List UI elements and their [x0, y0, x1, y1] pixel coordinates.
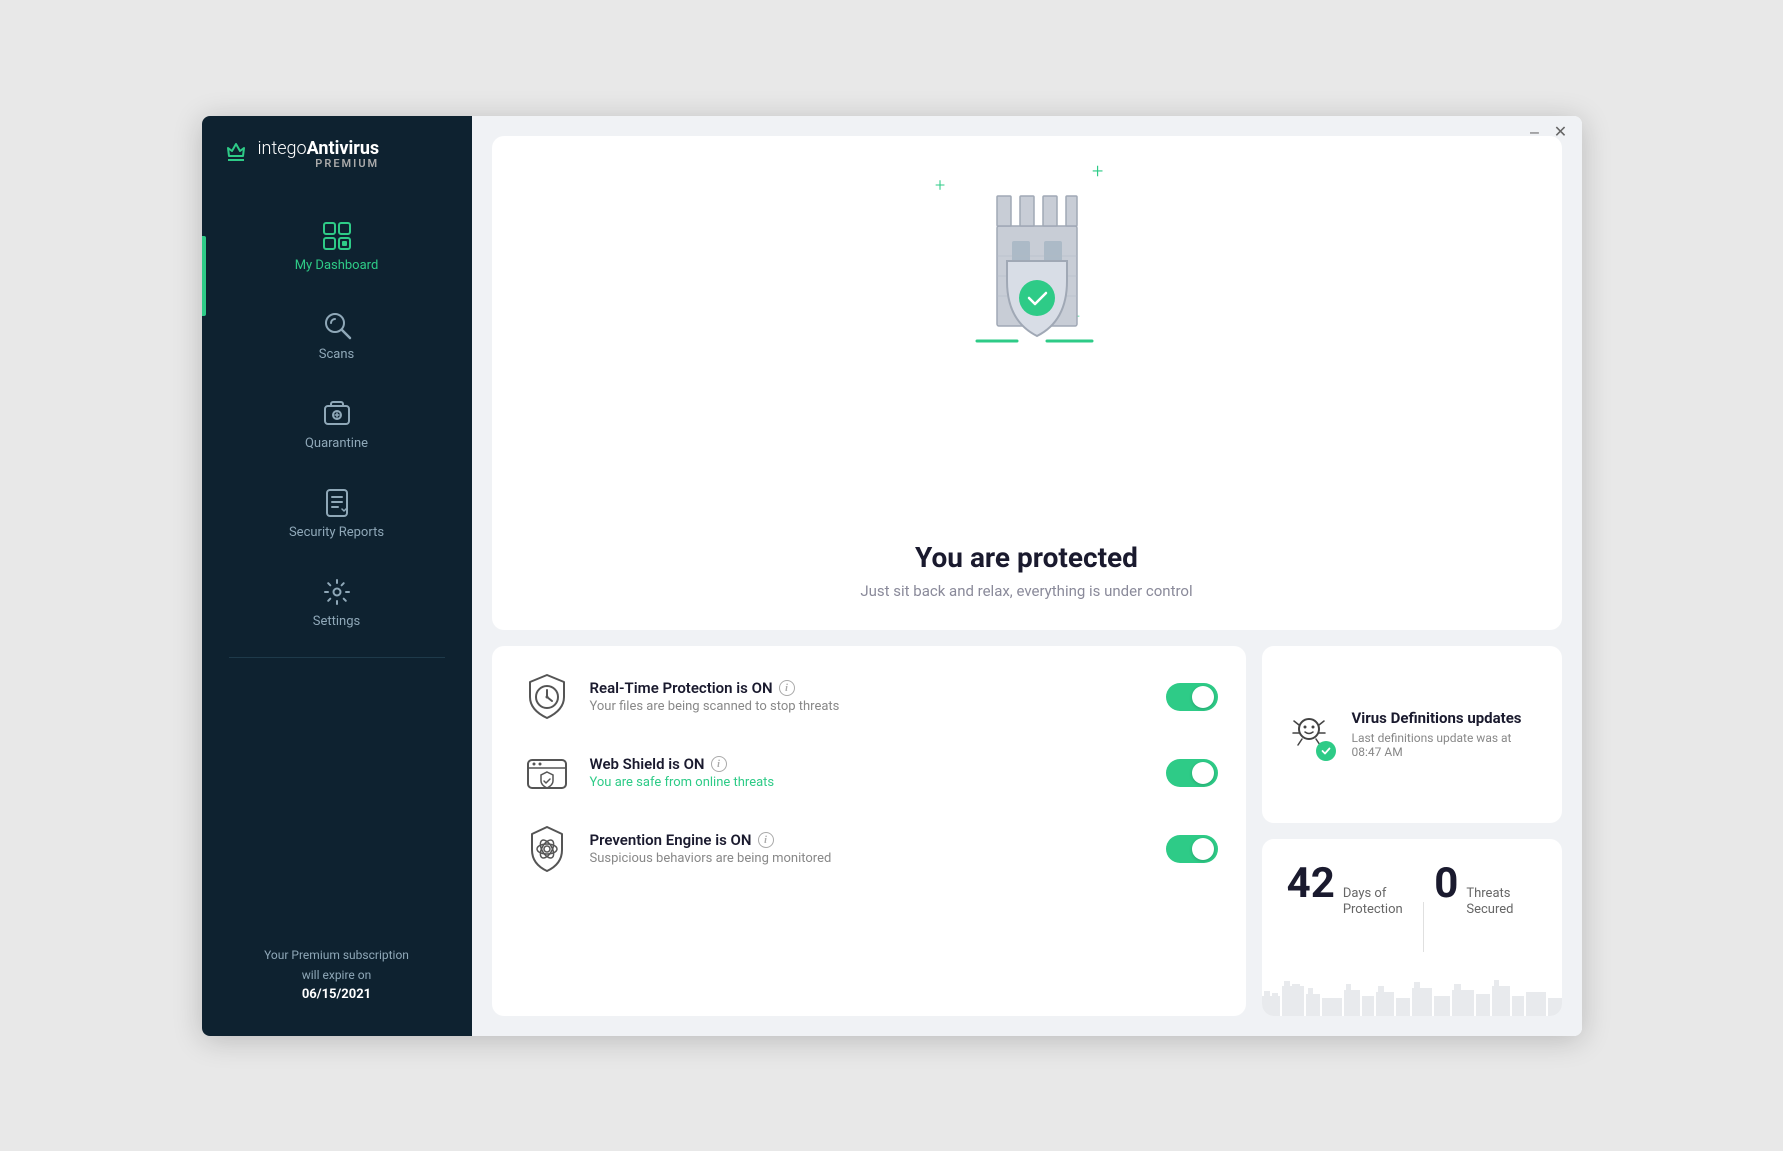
- webshield-toggle[interactable]: [1166, 759, 1218, 787]
- sidebar-item-quarantine-label: Quarantine: [305, 436, 368, 451]
- virus-definitions-card: Virus Definitions updates Last definitio…: [1262, 646, 1562, 823]
- sidebar-item-dashboard-label: My Dashboard: [295, 258, 379, 273]
- virus-check-badge: [1316, 741, 1336, 761]
- virus-icon-wrap: [1282, 707, 1336, 761]
- prevention-icon-wrap: [520, 822, 574, 876]
- sidebar-item-scans-label: Scans: [319, 347, 354, 362]
- minimize-button[interactable]: –: [1528, 126, 1542, 140]
- virus-def-text: Virus Definitions updates Last definitio…: [1352, 709, 1542, 759]
- right-column: Virus Definitions updates Last definitio…: [1262, 646, 1562, 1016]
- sidebar-divider: [229, 657, 445, 658]
- virus-def-desc: Last definitions update was at 08:47 AM: [1352, 731, 1542, 759]
- prevention-title: Prevention Engine is ON i: [590, 831, 1150, 849]
- hero-illustration: + + +: [917, 146, 1137, 366]
- webshield-item: Web Shield is ON i You are safe from onl…: [520, 746, 1218, 800]
- realtime-toggle[interactable]: [1166, 683, 1218, 711]
- sidebar-item-dashboard[interactable]: My Dashboard: [202, 202, 472, 291]
- sidebar-item-settings[interactable]: Settings: [202, 558, 472, 647]
- close-button[interactable]: ✕: [1554, 126, 1568, 140]
- logo-icon: [222, 138, 250, 172]
- bottom-row: Real-Time Protection is ON i Your files …: [492, 646, 1562, 1016]
- subscription-info: Your Premium subscription will expire on…: [244, 936, 429, 1015]
- logo-text: intego Antivirus PREMIUM: [258, 139, 380, 171]
- protection-card: Real-Time Protection is ON i Your files …: [492, 646, 1246, 1016]
- prevention-toggle[interactable]: [1166, 835, 1218, 863]
- webshield-icon-wrap: [520, 746, 574, 800]
- hero-card: + + +: [492, 136, 1562, 630]
- stats-divider: [1423, 902, 1424, 952]
- webshield-info-icon[interactable]: i: [711, 756, 727, 772]
- settings-icon: [321, 576, 353, 608]
- subscription-date: 06/15/2021: [302, 987, 371, 1002]
- threats-secured-stat: 0 Threats Secured: [1434, 863, 1536, 920]
- realtime-info-icon[interactable]: i: [779, 680, 795, 696]
- prevention-item: Prevention Engine is ON i Suspicious beh…: [520, 822, 1218, 876]
- stats-card: 42 Days of Protection 0 Threats Secured: [1262, 839, 1562, 1016]
- sidebar-item-quarantine[interactable]: Quarantine: [202, 380, 472, 469]
- svg-text:+: +: [935, 175, 945, 196]
- logo-premium: PREMIUM: [258, 158, 380, 170]
- app-window: – ✕ intego Antivirus PREMIUM: [202, 116, 1582, 1036]
- realtime-protection-text: Real-Time Protection is ON i Your files …: [590, 679, 1150, 714]
- svg-text:+: +: [1092, 159, 1103, 183]
- sidebar-item-scans[interactable]: Scans: [202, 291, 472, 380]
- realtime-protection-title: Real-Time Protection is ON i: [590, 679, 1150, 697]
- logo-intego: intego: [258, 139, 307, 159]
- days-number: 42: [1287, 863, 1335, 905]
- security-reports-icon: [321, 487, 353, 519]
- title-bar: – ✕: [1514, 116, 1582, 150]
- dashboard-icon: [321, 220, 353, 252]
- logo-antivirus: Antivirus: [307, 139, 380, 159]
- sidebar-nav: My Dashboard Scans: [202, 202, 472, 647]
- days-label: Days of Protection: [1343, 886, 1413, 920]
- prevention-info-icon[interactable]: i: [758, 832, 774, 848]
- app-logo: intego Antivirus PREMIUM: [202, 116, 472, 192]
- hero-title: You are protected: [860, 541, 1192, 574]
- realtime-icon-wrap: [520, 670, 574, 724]
- sidebar-item-security-reports-label: Security Reports: [289, 525, 384, 540]
- prevention-desc: Suspicious behaviors are being monitored: [590, 851, 1150, 866]
- scans-icon: [321, 309, 353, 341]
- main-content: + + +: [472, 116, 1582, 1036]
- active-nav-indicator: [202, 236, 206, 316]
- webshield-title: Web Shield is ON i: [590, 755, 1150, 773]
- webshield-desc: You are safe from online threats: [590, 775, 1150, 790]
- sidebar-item-settings-label: Settings: [313, 614, 360, 629]
- webshield-text: Web Shield is ON i You are safe from onl…: [590, 755, 1150, 790]
- realtime-protection-item: Real-Time Protection is ON i Your files …: [520, 670, 1218, 724]
- virus-def-title: Virus Definitions updates: [1352, 709, 1542, 727]
- realtime-protection-desc: Your files are being scanned to stop thr…: [590, 699, 1150, 714]
- hero-subtitle: Just sit back and relax, everything is u…: [860, 582, 1192, 600]
- quarantine-icon: [321, 398, 353, 430]
- sidebar: intego Antivirus PREMIUM: [202, 116, 472, 1036]
- threats-label: Threats Secured: [1466, 886, 1536, 920]
- hero-text: You are protected Just sit back and rela…: [860, 541, 1192, 600]
- days-protection-stat: 42 Days of Protection: [1287, 863, 1413, 920]
- threats-number: 0: [1434, 863, 1458, 905]
- prevention-text: Prevention Engine is ON i Suspicious beh…: [590, 831, 1150, 866]
- sidebar-item-security-reports[interactable]: Security Reports: [202, 469, 472, 558]
